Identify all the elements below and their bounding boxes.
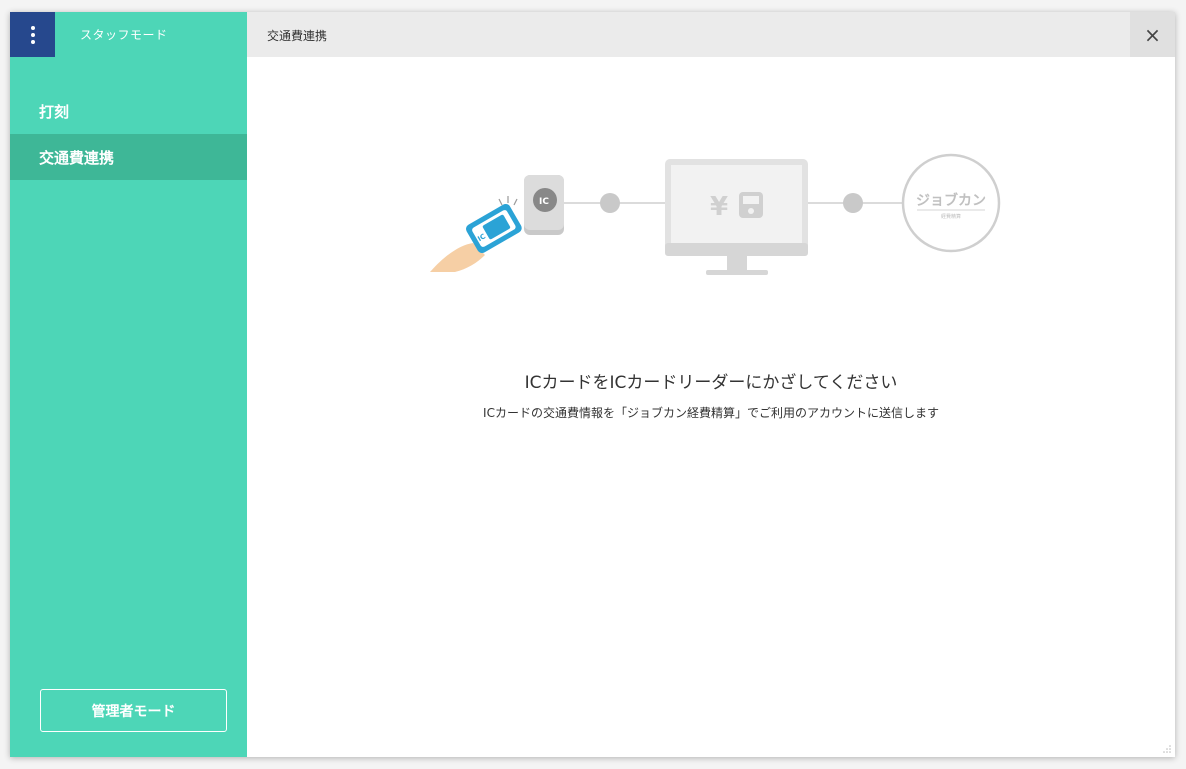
svg-text:ジョブカン: ジョブカン	[916, 192, 986, 209]
connector-dot	[843, 193, 863, 213]
ic-reader-illustration: IC IC ¥ ジョブカン 経費精算	[425, 137, 1005, 291]
menu-dot-icon	[30, 25, 35, 30]
sidebar-item-transport-link[interactable]: 交通費連携	[10, 134, 247, 180]
ic-reader-icon: IC	[524, 175, 564, 235]
close-button[interactable]: ×	[1130, 12, 1175, 57]
svg-text:経費精算: 経費精算	[941, 213, 961, 220]
connector-dot	[600, 193, 620, 213]
instruction-message: ICカードをICカードリーダーにかざしてください	[524, 373, 898, 393]
admin-mode-button[interactable]: 管理者モード	[40, 689, 227, 732]
svg-text:¥: ¥	[710, 192, 728, 222]
mode-title: スタッフモード	[80, 28, 168, 42]
page-title: 交通費連携	[267, 29, 328, 43]
svg-text:IC: IC	[539, 197, 549, 207]
sidebar: スタッフモード 打刻 交通費連携 管理者モード	[10, 12, 247, 757]
resize-grip-icon[interactable]	[1162, 744, 1172, 754]
menu-dot-icon	[30, 32, 35, 37]
menu-button[interactable]	[10, 12, 55, 57]
app-window: スタッフモード 打刻 交通費連携 管理者モード 交通費連携 × IC IC ¥ …	[10, 12, 1175, 757]
instruction-sub-message: ICカードの交通費情報を「ジョブカン経費精算」でご利用のアカウントに送信します	[483, 406, 939, 420]
close-icon: ×	[1144, 22, 1161, 47]
sidebar-item-label: 打刻	[39, 102, 70, 121]
header-bar: 交通費連携 ×	[247, 12, 1175, 57]
monitor-icon: ¥	[665, 159, 808, 275]
tap-signal-icon	[498, 196, 518, 206]
sidebar-item-label: 交通費連携	[39, 148, 115, 167]
jobcan-logo: ジョブカン 経費精算	[901, 153, 1001, 253]
sidebar-item-punch[interactable]: 打刻	[10, 88, 247, 134]
train-icon	[739, 192, 763, 218]
menu-dot-icon	[30, 39, 35, 44]
